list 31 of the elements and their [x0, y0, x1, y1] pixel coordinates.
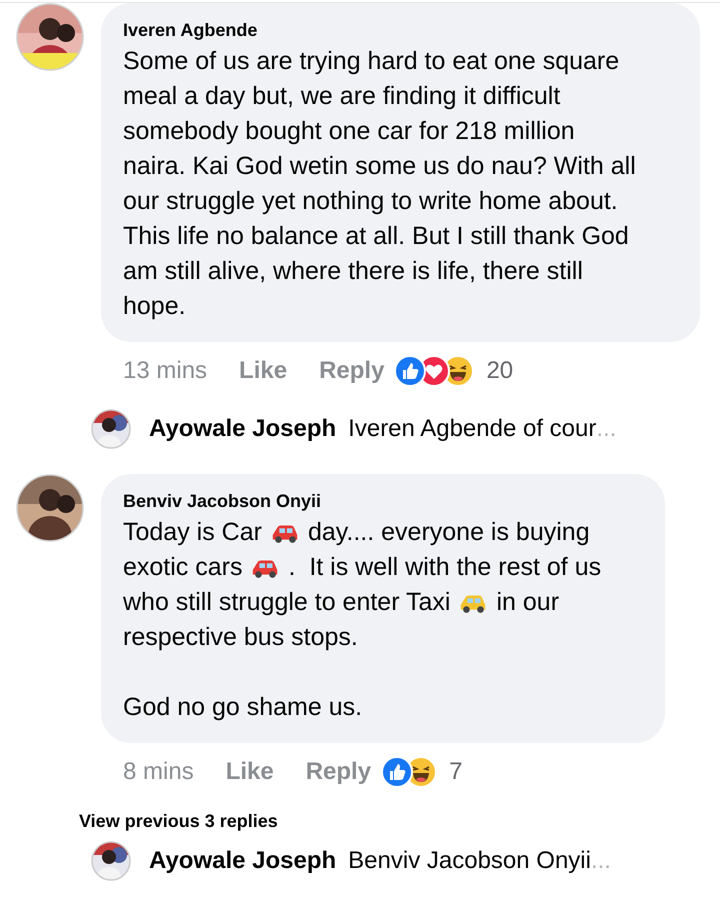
comment-text: This life no balance at all. But I still thank God — [123, 221, 629, 252]
comment-text: in our — [496, 587, 560, 618]
comment-text: Today is Car — [123, 517, 262, 548]
ellipsis: ... — [596, 415, 616, 443]
reply-text[interactable]: Benviv Jacobson Onyii — [348, 847, 591, 875]
comment-text: . It is well with the rest of us — [288, 552, 602, 583]
comment-text: who still struggle to enter Taxi — [123, 587, 450, 618]
reaction-count: 7 — [449, 758, 462, 786]
comment-text: our struggle yet nothing to write home about. — [123, 186, 618, 217]
author-name[interactable]: Benviv Jacobson Onyii — [123, 491, 643, 512]
ellipsis: ... — [590, 847, 611, 875]
author-name[interactable]: Iveren Agbende — [123, 20, 678, 41]
thumbs-up-icon — [381, 756, 414, 788]
reply-text[interactable]: Iveren Agbende of cour — [348, 415, 596, 443]
comment-text: exotic cars — [123, 552, 242, 583]
comment-text: God no go shame us. — [123, 692, 362, 723]
reaction-count: 20 — [486, 357, 514, 385]
comment-text: day.... everyone is buying — [308, 517, 590, 548]
comment-text: respective bus stops. — [123, 622, 358, 653]
comment-text: naira. Kai God wetin some us do nau? With all — [123, 151, 636, 182]
timestamp: 13 mins — [123, 357, 208, 385]
comment-text: am still alive, where there is life, there still — [123, 256, 583, 287]
view-replies-link[interactable]: View previous 3 replies — [79, 811, 720, 832]
comment-text: meal a day but, we are finding it difficult — [123, 81, 560, 112]
thumbs-up-icon — [394, 355, 426, 387]
timestamp: 8 mins — [123, 758, 194, 786]
comment-text: hope. — [123, 291, 186, 322]
comment-text: Some of us are trying hard to eat one square — [123, 46, 620, 77]
author-name[interactable]: Ayowale Joseph — [149, 415, 336, 443]
comment-text: somebody bought one car for 218 million — [123, 116, 575, 147]
author-name[interactable]: Ayowale Joseph — [149, 847, 336, 875]
